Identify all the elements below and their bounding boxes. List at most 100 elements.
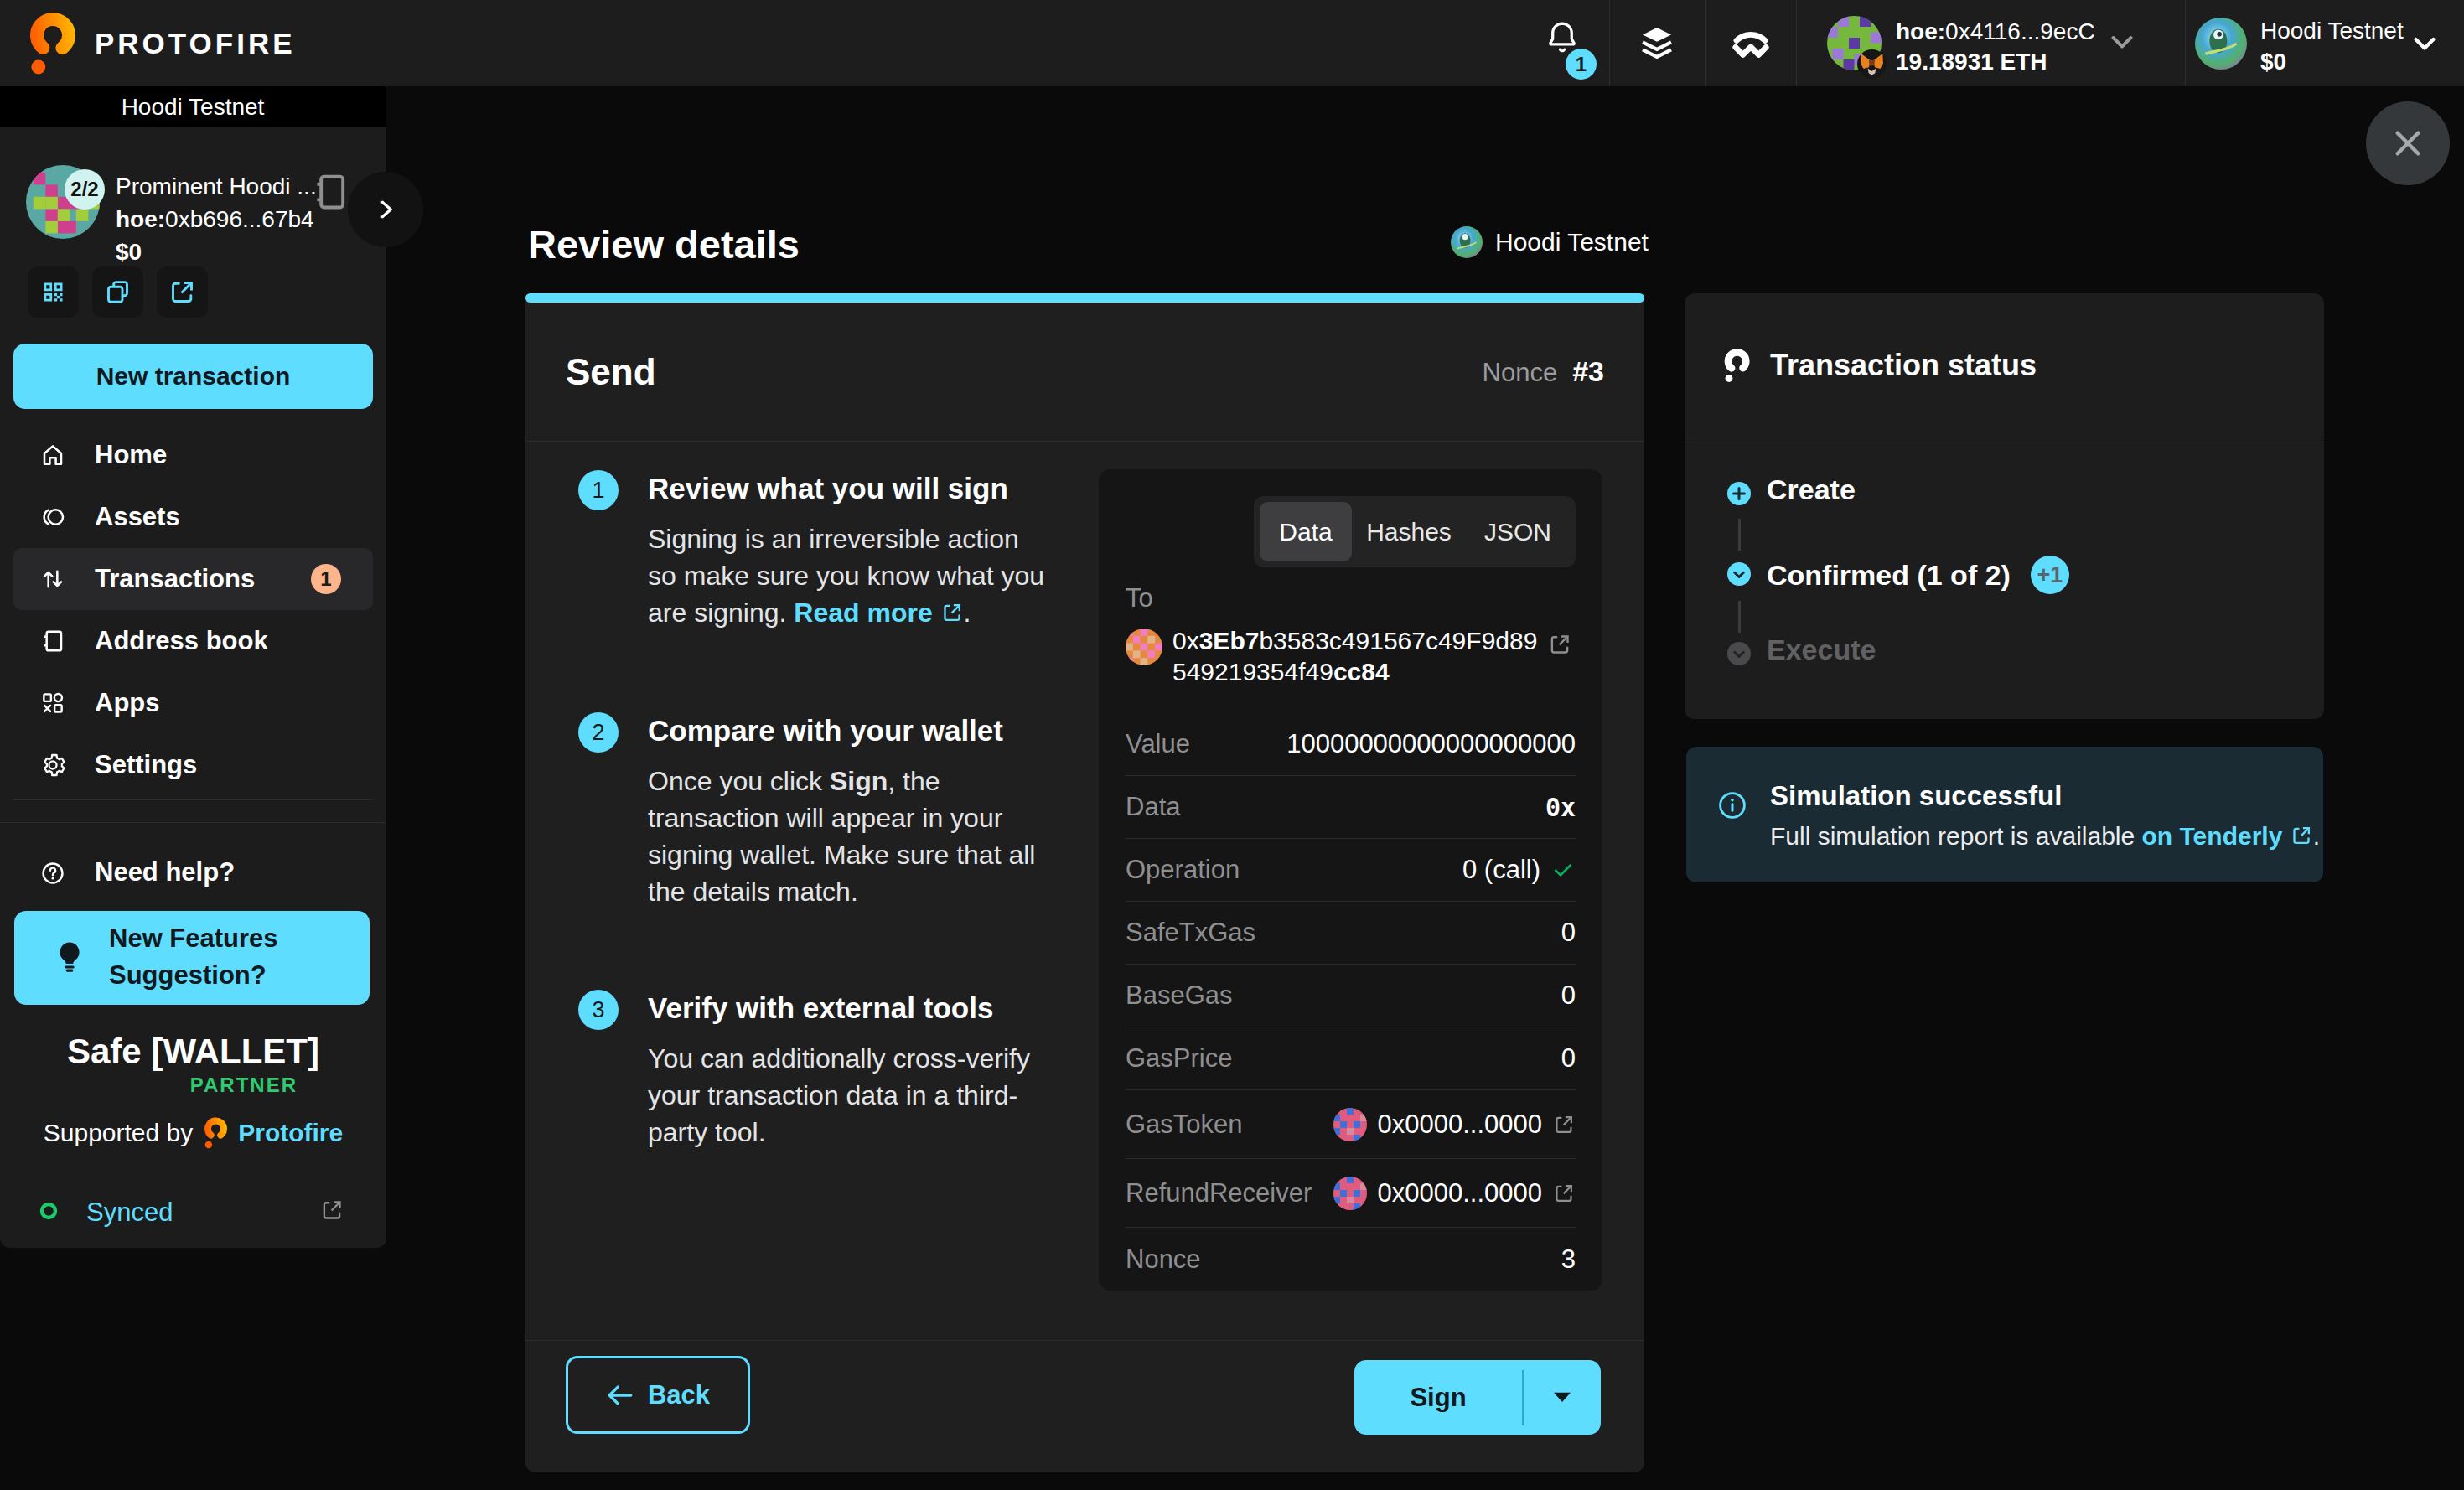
brand[interactable]: PROTOFIRE [28, 0, 296, 86]
status-step-create: Create [1767, 473, 1856, 506]
recipient-external-link-icon[interactable] [1547, 632, 1572, 657]
tab-hashes[interactable]: Hashes [1352, 502, 1466, 561]
status-step-confirmed: Confirmed (1 of 2) [1767, 559, 2011, 592]
copy-address-button[interactable] [92, 266, 143, 318]
protofire-mini-logo-icon [203, 1117, 228, 1149]
step-3-body: You can additionally cross-verify your t… [648, 1040, 1030, 1151]
sidebar-item-help[interactable]: Need help? [0, 842, 386, 904]
new-transaction-button[interactable]: New transaction [13, 344, 373, 409]
open-explorer-button[interactable] [157, 266, 208, 318]
address-book-add-icon[interactable] [307, 168, 354, 215]
data-row-safetxgas: SafeTxGas 0 [1126, 902, 1576, 965]
data-row-operation: Operation 0 (call) [1126, 839, 1576, 902]
sign-dropdown-caret-icon[interactable] [1524, 1389, 1601, 1407]
data-row-data: Data 0x [1126, 776, 1576, 839]
status-connector [1738, 519, 1741, 551]
qr-code-button[interactable] [28, 266, 79, 318]
simulation-body: Full simulation report is available on T… [1770, 822, 2320, 851]
back-button[interactable]: Back [566, 1356, 750, 1434]
info-icon [1717, 790, 1747, 820]
supported-by-brand[interactable]: Protofire [238, 1119, 343, 1147]
notifications-count-badge: 1 [1566, 49, 1597, 80]
to-label: To [1126, 583, 1153, 613]
external-link-icon [2290, 824, 2313, 847]
confirmations-plus-badge: +1 [2031, 556, 2069, 594]
close-button[interactable] [2366, 101, 2450, 185]
create-step-icon [1727, 482, 1751, 505]
batch-transactions-icon[interactable] [1637, 23, 1677, 64]
network-balance: $0 [2260, 46, 2404, 77]
settings-gear-icon [39, 752, 66, 779]
brand-name: PROTOFIRE [95, 27, 296, 60]
lightbulb-icon [55, 940, 84, 975]
step-2-circle: 2 [578, 712, 619, 753]
recipient-address[interactable]: 0x3Eb7b3583c491567c49F9d89549219354f49cc… [1172, 625, 1537, 687]
wallet-chevron-down-icon[interactable] [2107, 30, 2137, 55]
transaction-type: Send [566, 351, 656, 393]
wallet-address: 0x4116...9ecC [1945, 18, 2095, 44]
protofire-status-icon [1721, 348, 1752, 383]
sidebar-divider [0, 822, 386, 823]
page-title: Review details [528, 221, 800, 267]
sidebar-network-banner: Hoodi Testnet [0, 86, 386, 127]
metamask-fox-icon [1857, 49, 1887, 79]
sidebar-item-address-book[interactable]: Address book [0, 610, 386, 672]
nonce-label: Nonce [1483, 358, 1558, 388]
network-chevron-down-icon[interactable] [2409, 32, 2441, 57]
data-row-value: Value 10000000000000000000 [1126, 713, 1576, 776]
sync-status: Synced [0, 1191, 386, 1231]
transaction-status-card: Transaction status Create Confirmed (1 o… [1685, 293, 2324, 719]
status-connector [1738, 601, 1741, 633]
sidebar-item-settings[interactable]: Settings [0, 734, 386, 796]
tenderly-link[interactable]: on Tenderly [2142, 822, 2313, 850]
network-chip-avatar [1451, 226, 1483, 258]
sidebar: Hoodi Testnet 2/2 Prominent Hoodi ... ho… [0, 86, 386, 1248]
sidebar-item-home[interactable]: Home [0, 424, 386, 486]
zero-address-avatar [1333, 1108, 1367, 1141]
refundreceiver-external-link-icon[interactable] [1552, 1182, 1576, 1205]
sync-external-link-icon[interactable] [319, 1198, 344, 1223]
sidebar-nav: Home Assets Transactions 1 Address book [0, 424, 386, 796]
sidebar-divider [13, 799, 373, 800]
wallet-balance: 19.18931 ETH [1896, 47, 2095, 77]
status-step-confirmed-row: Confirmed (1 of 2) +1 [1767, 556, 2069, 594]
safe-balance: $0 [116, 235, 317, 268]
success-check-icon [1550, 857, 1576, 882]
simulation-title: Simulation successful [1770, 780, 2062, 812]
network-avatar [2195, 18, 2247, 70]
header-divider [1796, 0, 1797, 86]
external-link-icon [940, 601, 964, 624]
threshold-badge: 2/2 [65, 169, 105, 210]
header-divider [1705, 0, 1706, 86]
nonce-value: #3 [1572, 355, 1604, 388]
read-more-link[interactable]: Read more [794, 598, 963, 628]
sidebar-item-assets[interactable]: Assets [0, 486, 386, 548]
network-chip: Hoodi Testnet [1451, 226, 1644, 258]
header-divider [1609, 0, 1610, 86]
confirmed-step-icon [1727, 562, 1751, 586]
synced-status-icon [39, 1201, 59, 1221]
tab-json[interactable]: JSON [1466, 502, 1570, 561]
apps-icon [39, 690, 66, 717]
protofire-logo-icon [28, 12, 76, 75]
progress-bar [525, 293, 1644, 303]
step-1-circle: 1 [578, 470, 619, 510]
data-row-gasprice: GasPrice 0 [1126, 1027, 1576, 1090]
new-features-button[interactable]: New FeaturesSuggestion? [14, 911, 370, 1005]
network-name: Hoodi Testnet [2260, 15, 2404, 46]
sign-button[interactable]: Sign [1354, 1360, 1601, 1435]
sidebar-item-transactions[interactable]: Transactions 1 [13, 548, 373, 610]
walletconnect-icon[interactable] [1728, 25, 1773, 62]
simulation-result-box: Simulation successful Full simulation re… [1686, 747, 2323, 882]
gastoken-external-link-icon[interactable] [1552, 1113, 1576, 1136]
wallet-info[interactable]: hoe:0x4116...9ecC 19.18931 ETH [1896, 17, 2095, 77]
step-1-body: Signing is an irreversible action so mak… [648, 520, 1044, 631]
step-1-title: Review what you will sign [648, 468, 1008, 509]
safe-wallet-partner-logo: Safe [WALLET] PARTNER [0, 1032, 386, 1097]
tab-data[interactable]: Data [1260, 502, 1352, 561]
network-info[interactable]: Hoodi Testnet $0 [2260, 15, 2404, 77]
safe-name: Prominent Hoodi ... [116, 170, 317, 203]
sidebar-collapse-button[interactable] [348, 172, 423, 247]
sidebar-item-apps[interactable]: Apps [0, 672, 386, 734]
transactions-icon [39, 566, 66, 592]
